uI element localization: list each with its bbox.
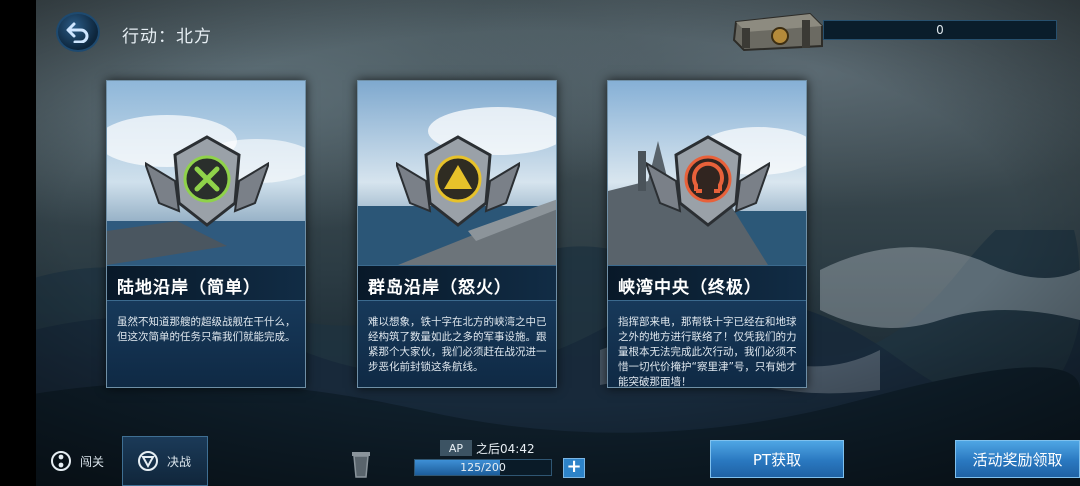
x-mark-icon bbox=[145, 135, 269, 227]
ap-progress-bar: 125/200 bbox=[414, 459, 552, 476]
stage-card-fury[interactable]: 群岛沿岸（怒火） 难以想象，铁十字在北方的峡湾之中已经构筑了数量如此之多的军事设… bbox=[357, 80, 557, 388]
tab-stage-label: 闯关 bbox=[80, 454, 105, 469]
stage-name: 群岛沿岸（怒火） bbox=[358, 265, 556, 301]
stage-icon bbox=[51, 451, 71, 471]
bottom-bar: 闯关 决战 AP 之后04:42 125/200 + bbox=[36, 436, 1080, 486]
tab-stage[interactable]: 闯关 bbox=[36, 436, 120, 486]
tab-battle-label: 决战 bbox=[167, 454, 192, 469]
event-points-display: 0 bbox=[823, 20, 1057, 40]
ap-timer: 之后04:42 bbox=[476, 442, 535, 456]
stage-description: 难以想象，铁十字在北方的峡湾之中已经构筑了数量如此之多的军事设施。跟紧那个大家伙… bbox=[358, 301, 556, 387]
stage-name: 峡湾中央（终极） bbox=[608, 265, 806, 301]
event-reward-button[interactable]: 活动奖励领取 bbox=[955, 440, 1080, 478]
battle-icon bbox=[138, 451, 158, 471]
stage-description: 虽然不知道那艘的超级战舰在干什么，但这次简单的任务只靠我们就能完成。 bbox=[107, 301, 305, 387]
ap-value: 125/200 bbox=[460, 461, 506, 474]
trash-can-icon[interactable] bbox=[350, 448, 372, 478]
add-ap-button[interactable]: + bbox=[563, 458, 585, 478]
triangle-icon bbox=[396, 135, 520, 227]
stage-card-ultimate[interactable]: 峡湾中央（终极） 指挥部来电，那帮铁十字已经在和地球之外的地方进行联络了！仅凭我… bbox=[607, 80, 807, 388]
treasure-chest-icon bbox=[732, 12, 823, 52]
pt-obtain-button[interactable]: PT获取 bbox=[710, 440, 844, 478]
ap-label: AP bbox=[440, 440, 472, 456]
omega-icon bbox=[646, 135, 770, 227]
back-button[interactable] bbox=[56, 12, 100, 52]
stage-card-easy[interactable]: 陆地沿岸（简单） 虽然不知道那艘的超级战舰在干什么，但这次简单的任务只靠我们就能… bbox=[106, 80, 306, 388]
stage-name: 陆地沿岸（简单） bbox=[107, 265, 305, 301]
back-arrow-icon bbox=[66, 22, 89, 43]
tab-battle[interactable]: 决战 bbox=[122, 436, 208, 486]
stage-description: 指挥部来电，那帮铁十字已经在和地球之外的地方进行联络了！仅凭我们的力量根本无法完… bbox=[608, 301, 806, 387]
page-title: 行动：北方 bbox=[122, 27, 212, 47]
